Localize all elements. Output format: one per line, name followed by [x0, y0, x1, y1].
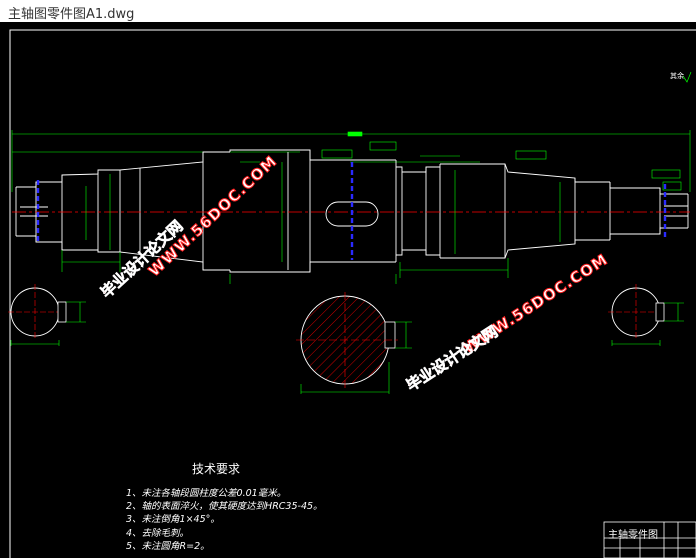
roughness-symbol [682, 71, 692, 83]
roughness-note: 其余 [670, 72, 684, 80]
keyway-markers [36, 162, 667, 260]
tolerance-frames [240, 141, 682, 191]
section-view-middle [296, 292, 412, 394]
tech-requirement-item: 3、未注倒角1×45°。 [126, 514, 220, 526]
tech-requirement-item: 4、去除毛刺。 [126, 527, 190, 539]
tech-requirements-title: 技术要求 [192, 462, 241, 476]
tech-requirement-item: 5、未注圆角R=2。 [126, 540, 210, 552]
window-title: 主轴图零件图A1.dwg [8, 7, 135, 22]
drawing-canvas[interactable]: 其余 技术要求 1、未注各轴段圆柱度公差0.01毫米。 2、轴的表面淬火，使其硬… [0, 22, 696, 558]
section-view-right [608, 284, 684, 346]
title-block-part-name: 主轴零件图 [608, 530, 658, 541]
section-view-left [8, 284, 86, 346]
window-title-bar: 主轴图零件图A1.dwg [0, 0, 696, 23]
tech-requirement-item: 1、未注各轴段圆柱度公差0.01毫米。 [126, 488, 287, 499]
tech-requirements-list: 1、未注各轴段圆柱度公差0.01毫米。 2、轴的表面淬火，使其硬度达到HRC35… [126, 487, 323, 553]
tech-requirement-item: 2、轴的表面淬火，使其硬度达到HRC35-45。 [126, 501, 323, 513]
